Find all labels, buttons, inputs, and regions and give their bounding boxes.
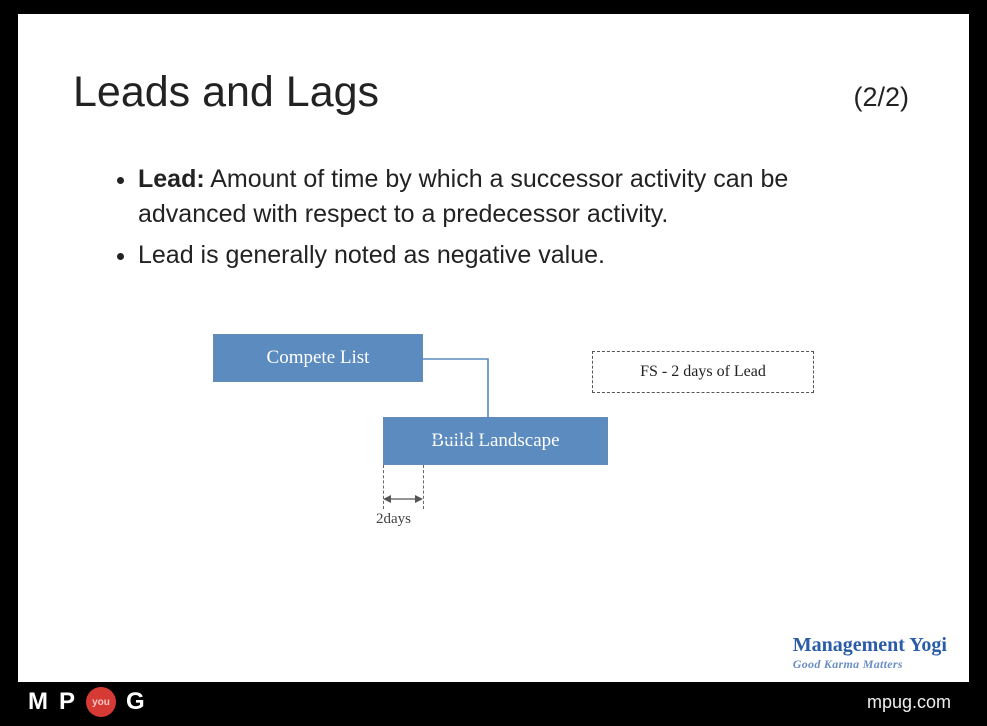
measure-guide-right xyxy=(423,465,424,509)
logo-letter-g: G xyxy=(126,688,146,716)
brand-block: Management Yogi Good Karma Matters xyxy=(793,634,947,672)
measure-label: 2days xyxy=(376,511,411,528)
presentation-stage: Leads and Lags (2/2) Lead: Amount of tim… xyxy=(0,0,987,726)
slide: Leads and Lags (2/2) Lead: Amount of tim… xyxy=(18,14,969,682)
brand-name: Management Yogi xyxy=(793,634,947,657)
measure-arrows xyxy=(383,492,423,506)
mpug-logo: M P you G xyxy=(28,687,146,717)
logo-letter-p: P xyxy=(59,688,76,716)
site-url: mpug.com xyxy=(867,692,951,713)
footer-bar: M P you G mpug.com xyxy=(18,682,969,726)
logo-letter-m: M xyxy=(28,688,49,716)
brand-tagline: Good Karma Matters xyxy=(793,657,947,672)
logo-dot-icon: you xyxy=(86,687,116,717)
